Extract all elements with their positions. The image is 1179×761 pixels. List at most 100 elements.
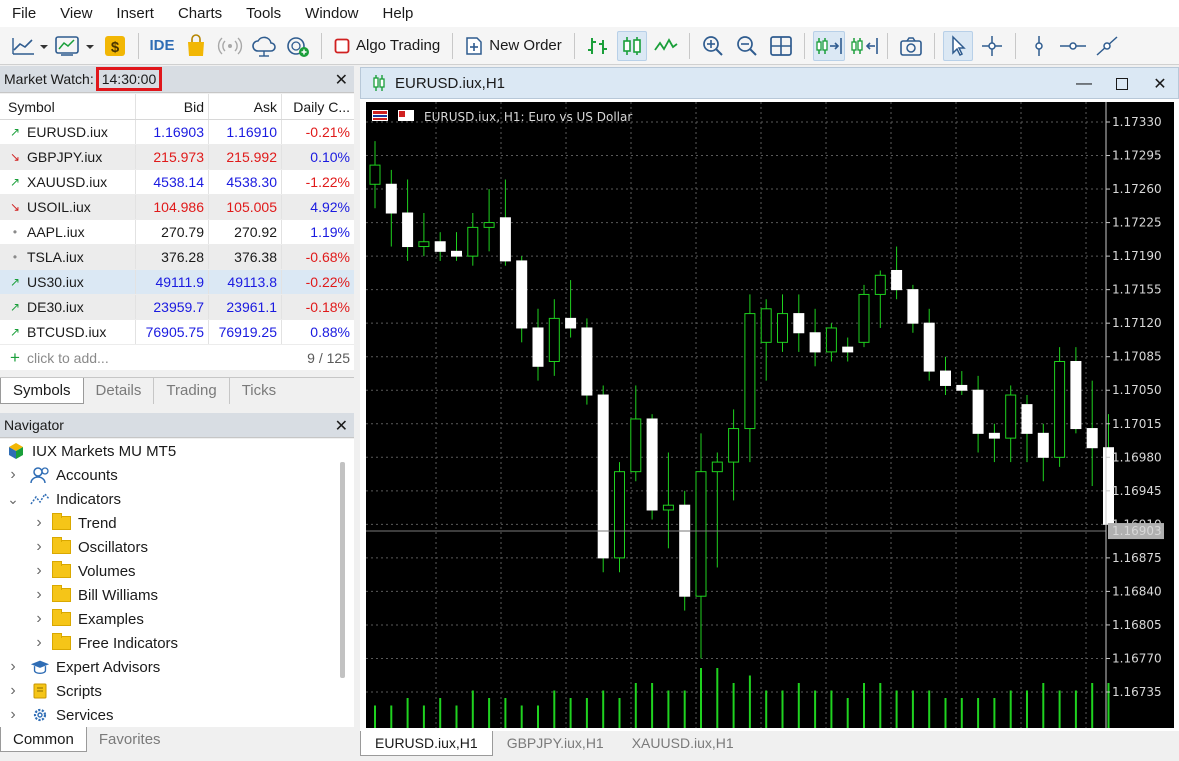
menu-insert[interactable]: Insert	[104, 0, 166, 27]
chart-shift-button[interactable]	[849, 31, 879, 61]
menu-help[interactable]: Help	[371, 0, 426, 27]
market-watch-row[interactable]: ↘ USOIL.iux 104.986 105.005 4.92%	[0, 195, 354, 220]
chevron-right-icon[interactable]: ›	[32, 610, 46, 628]
vertical-line-button[interactable]	[1024, 31, 1054, 61]
navigator-item-bill-williams[interactable]: › Bill Williams	[0, 583, 354, 607]
close-icon[interactable]: ✕	[335, 70, 348, 90]
chevron-right-icon[interactable]: ›	[6, 682, 20, 700]
screenshot-button[interactable]	[896, 31, 926, 61]
market-watch-row[interactable]: ↗ DE30.iux 23959.7 23961.1 -0.18%	[0, 295, 354, 320]
zoom-out-button[interactable]	[732, 31, 762, 61]
trendline-button[interactable]	[1092, 31, 1122, 61]
auto-scroll-button[interactable]	[812, 30, 845, 61]
new-order-button[interactable]: New Order	[461, 31, 566, 61]
chart-templates-button[interactable]	[54, 31, 96, 61]
navigator-title: Navigator	[4, 417, 64, 433]
add-symbol-row[interactable]: + click to add... 9 / 125	[0, 345, 354, 370]
maximize-icon[interactable]	[1103, 68, 1141, 100]
market-bag-button[interactable]	[181, 31, 211, 61]
close-icon[interactable]: ✕	[1141, 68, 1179, 100]
navigator-item-oscillators[interactable]: › Oscillators	[0, 535, 354, 559]
column-header-symbol[interactable]: Symbol	[0, 99, 135, 115]
navigator-item-expert-advisors[interactable]: › Expert Advisors	[0, 655, 354, 679]
market-watch-row[interactable]: ↘ GBPJPY.iux 215.973 215.992 0.10%	[0, 145, 354, 170]
chevron-down-icon[interactable]: ⌄	[6, 491, 20, 508]
menu-view[interactable]: View	[48, 0, 104, 27]
price-label: 1.17330	[1112, 115, 1162, 129]
navigator-item-accounts[interactable]: › Accounts	[0, 463, 354, 487]
menu-window[interactable]: Window	[293, 0, 370, 27]
navigator-item-indicators[interactable]: ⌄ Indicators	[0, 487, 354, 511]
line-chart-button[interactable]	[651, 31, 681, 61]
chevron-right-icon[interactable]: ›	[32, 562, 46, 580]
algo-trading-button[interactable]: Algo Trading	[330, 31, 444, 61]
market-watch-row[interactable]: • AAPL.iux 270.79 270.92 1.19%	[0, 220, 354, 245]
menu-tools[interactable]: Tools	[234, 0, 293, 27]
new-chart-button[interactable]	[10, 31, 50, 61]
signals-button[interactable]	[215, 31, 245, 61]
chevron-right-icon[interactable]: ›	[32, 586, 46, 604]
navigator-item-label: Services	[56, 706, 114, 724]
market-watch-row[interactable]: ↗ BTCUSD.iux 76905.75 76919.25 0.88%	[0, 320, 354, 345]
zoom-in-button[interactable]	[698, 31, 728, 61]
chart-tab-eurusd[interactable]: EURUSD.iux,H1	[360, 731, 493, 756]
vps-icon	[252, 36, 276, 57]
crosshair-button[interactable]	[977, 31, 1007, 61]
chevron-right-icon[interactable]: ›	[6, 658, 20, 676]
chevron-right-icon[interactable]: ›	[32, 634, 46, 652]
chevron-right-icon[interactable]: ›	[32, 538, 46, 556]
chart-tab-gbpjpy[interactable]: GBPJPY.iux,H1	[493, 731, 618, 756]
market-button[interactable]: $	[100, 31, 130, 61]
price-label: 1.16945	[1112, 484, 1162, 498]
column-header-ask[interactable]: Ask	[208, 94, 281, 119]
chevron-right-icon[interactable]: ›	[6, 706, 20, 724]
tab-trading[interactable]: Trading	[154, 378, 230, 404]
chevron-right-icon[interactable]: ›	[6, 466, 20, 484]
market-watch-row[interactable]: ↗ XAUUSD.iux 4538.14 4538.30 -1.22%	[0, 170, 354, 195]
minimize-icon[interactable]: —	[1065, 68, 1103, 100]
tile-windows-button[interactable]	[766, 31, 796, 61]
tab-common[interactable]: Common	[0, 727, 87, 752]
candle-body	[760, 308, 772, 343]
market-watch-header: Market Watch: 14:30:00 ✕	[0, 66, 354, 93]
chevron-right-icon[interactable]: ›	[32, 514, 46, 532]
tab-favorites[interactable]: Favorites	[87, 727, 173, 752]
ide-button[interactable]: IDE	[147, 31, 177, 61]
tab-details[interactable]: Details	[84, 378, 155, 404]
candlestick-button[interactable]	[616, 30, 647, 61]
column-header-bid[interactable]: Bid	[135, 94, 208, 119]
price-chart[interactable]: 1.17330 1.17295 1.17260 1.17225 1.17190 1.171…	[366, 102, 1174, 728]
horizontal-line-button[interactable]	[1058, 31, 1088, 61]
menu-file[interactable]: File	[0, 0, 48, 27]
navigator-item-examples[interactable]: › Examples	[0, 607, 354, 631]
bar-chart-button[interactable]	[583, 31, 613, 61]
navigator-item-trend[interactable]: › Trend	[0, 511, 354, 535]
tab-symbols[interactable]: Symbols	[0, 378, 84, 404]
bid-cell: 23959.7	[135, 295, 208, 319]
vps-button[interactable]	[249, 31, 279, 61]
add-symbol-cell[interactable]: + click to add...	[0, 348, 281, 368]
price-label: 1.16805	[1112, 618, 1162, 632]
folder-icon	[52, 633, 71, 650]
navigator-root[interactable]: IUX Markets MU MT5	[0, 439, 354, 463]
navigator-item-free-indicators[interactable]: › Free Indicators	[0, 631, 354, 655]
navigator-item-scripts[interactable]: › Scripts	[0, 679, 354, 703]
cursor-button[interactable]	[942, 30, 973, 61]
toolbar-separator	[886, 32, 888, 59]
close-icon[interactable]: ✕	[335, 416, 348, 436]
column-header-daily-change[interactable]: Daily C...	[281, 94, 354, 119]
market-watch-row[interactable]: • TSLA.iux 376.28 376.38 -0.68%	[0, 245, 354, 270]
tab-ticks[interactable]: Ticks	[230, 378, 288, 404]
navigator-item-volumes[interactable]: › Volumes	[0, 559, 354, 583]
market-watch-row[interactable]: ↗ US30.iux 49111.9 49113.8 -0.22%	[0, 270, 354, 295]
market-watch-row[interactable]: ↗ EURUSD.iux 1.16903 1.16910 -0.21%	[0, 120, 354, 145]
candle-body	[532, 327, 544, 367]
chart-tab-xauusd[interactable]: XAUUSD.iux,H1	[618, 731, 748, 756]
candle-body	[907, 289, 919, 324]
navigator-item-services[interactable]: › Services	[0, 703, 354, 727]
menu-charts[interactable]: Charts	[166, 0, 234, 27]
ask-cell: 376.38	[208, 245, 281, 269]
symbol-count: 9 / 125	[307, 349, 350, 366]
navigator-scrollbar[interactable]	[340, 462, 345, 678]
trading-community-button[interactable]	[283, 31, 313, 61]
